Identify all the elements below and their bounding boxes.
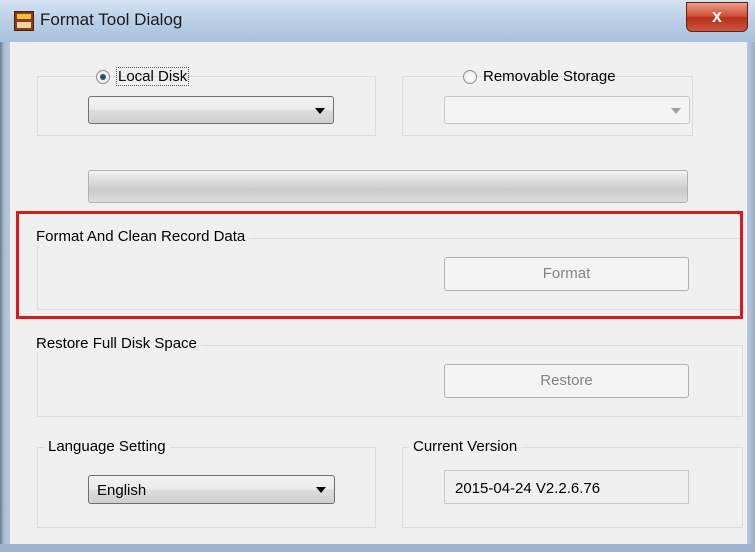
current-version-title: Current Version bbox=[409, 438, 522, 455]
app-icon bbox=[14, 11, 34, 31]
language-setting-title: Language Setting bbox=[44, 438, 170, 455]
removable-storage-radio[interactable] bbox=[463, 70, 477, 84]
language-combo-value: English bbox=[97, 482, 147, 499]
window-title: Format Tool Dialog bbox=[40, 10, 183, 29]
format-tool-window: Format Tool Dialog x Local Disk Removabl… bbox=[0, 0, 755, 552]
version-value-field: 2015-04-24 V2.2.6.76 bbox=[444, 470, 689, 504]
title-bar[interactable]: Format Tool Dialog x bbox=[0, 0, 755, 42]
restore-section-title: Restore Full Disk Space bbox=[32, 335, 201, 352]
chevron-down-icon bbox=[315, 108, 325, 114]
window-frame-bottom bbox=[0, 544, 755, 552]
language-combo[interactable]: English bbox=[88, 475, 335, 504]
chevron-down-icon bbox=[671, 108, 681, 114]
close-button[interactable]: x bbox=[686, 2, 748, 32]
removable-storage-label[interactable]: Removable Storage bbox=[483, 68, 616, 85]
local-disk-radio[interactable] bbox=[96, 70, 110, 84]
local-disk-combo[interactable] bbox=[88, 96, 334, 124]
chevron-down-icon bbox=[316, 487, 326, 493]
close-icon: x bbox=[711, 6, 722, 26]
version-value: 2015-04-24 V2.2.6.76 bbox=[455, 480, 601, 497]
restore-button[interactable]: Restore bbox=[444, 364, 689, 398]
removable-storage-combo[interactable] bbox=[444, 96, 690, 124]
local-disk-label[interactable]: Local Disk bbox=[116, 67, 190, 86]
format-progress-bar bbox=[88, 170, 688, 203]
format-section-highlight bbox=[16, 211, 743, 319]
window-frame-left bbox=[0, 42, 10, 552]
window-frame-right bbox=[747, 42, 755, 552]
